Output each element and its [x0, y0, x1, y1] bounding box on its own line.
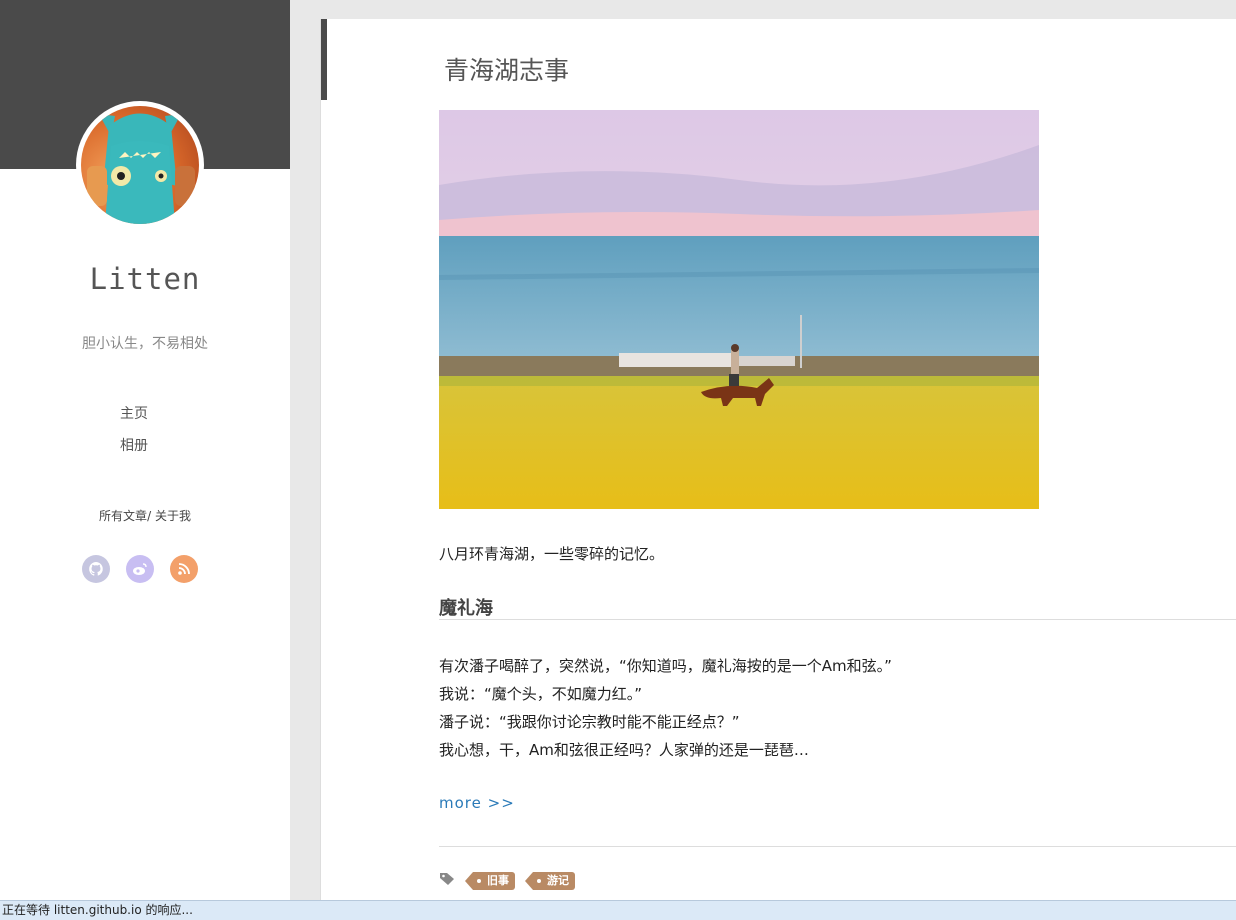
title-accent-bar — [321, 19, 327, 100]
post-excerpt: 有次潘子喝醉了，突然说，“你知道吗，魔礼海按的是一个Am和弦。” 我说：“魔个头… — [439, 652, 892, 764]
excerpt-line: 我心想，干，Am和弦很正经吗？人家弹的还是一琵琶… — [439, 741, 809, 759]
site-subtitle: 胆小认生，不易相处 — [82, 336, 208, 352]
avatar[interactable] — [76, 101, 204, 229]
weibo-icon[interactable] — [126, 555, 154, 583]
about-link[interactable]: 关于我 — [155, 509, 191, 523]
github-icon[interactable] — [82, 555, 110, 583]
footer-divider — [439, 846, 1236, 847]
post-title[interactable]: 青海湖志事 — [444, 51, 569, 87]
sidebar-nav: 主页 相册 — [120, 404, 148, 468]
tag-icon — [439, 871, 455, 890]
excerpt-line: 我说：“魔个头，不如魔力红。” — [439, 685, 643, 703]
read-more-link[interactable]: more >> — [439, 794, 515, 812]
social-links — [82, 555, 198, 583]
site-title[interactable]: Litten — [0, 262, 290, 296]
links-separator: / — [147, 509, 152, 523]
post-article: 青海湖志事 八月环青海湖，一些零碎的记忆。 魔礼海 有次潘子喝醉了，突然说，“你… — [320, 19, 1236, 900]
heading-divider — [439, 619, 1236, 620]
sidebar-links: 所有文章/ 关于我 — [0, 507, 290, 524]
all-posts-link[interactable]: 所有文章 — [99, 509, 147, 523]
rss-icon[interactable] — [170, 555, 198, 583]
post-hero-image[interactable] — [439, 110, 1039, 509]
tag-list: 旧事 游记 — [439, 871, 575, 890]
tag-old-stories[interactable]: 旧事 — [465, 871, 515, 890]
sidebar: Litten 胆小认生，不易相处 主页 相册 所有文章/ 关于我 — [0, 0, 290, 900]
nav-home-link[interactable]: 主页 — [120, 404, 148, 436]
browser-status-bar: 正在等待 litten.github.io 的响应... — [0, 900, 1236, 920]
post-intro: 八月环青海湖，一些零碎的记忆。 — [439, 545, 665, 563]
tag-travel[interactable]: 游记 — [525, 871, 575, 890]
excerpt-line: 有次潘子喝醉了，突然说，“你知道吗，魔礼海按的是一个Am和弦。” — [439, 657, 892, 675]
excerpt-line: 潘子说：“我跟你讨论宗教时能不能正经点？” — [439, 713, 740, 731]
nav-album-link[interactable]: 相册 — [120, 436, 148, 468]
section-heading: 魔礼海 — [439, 598, 493, 619]
